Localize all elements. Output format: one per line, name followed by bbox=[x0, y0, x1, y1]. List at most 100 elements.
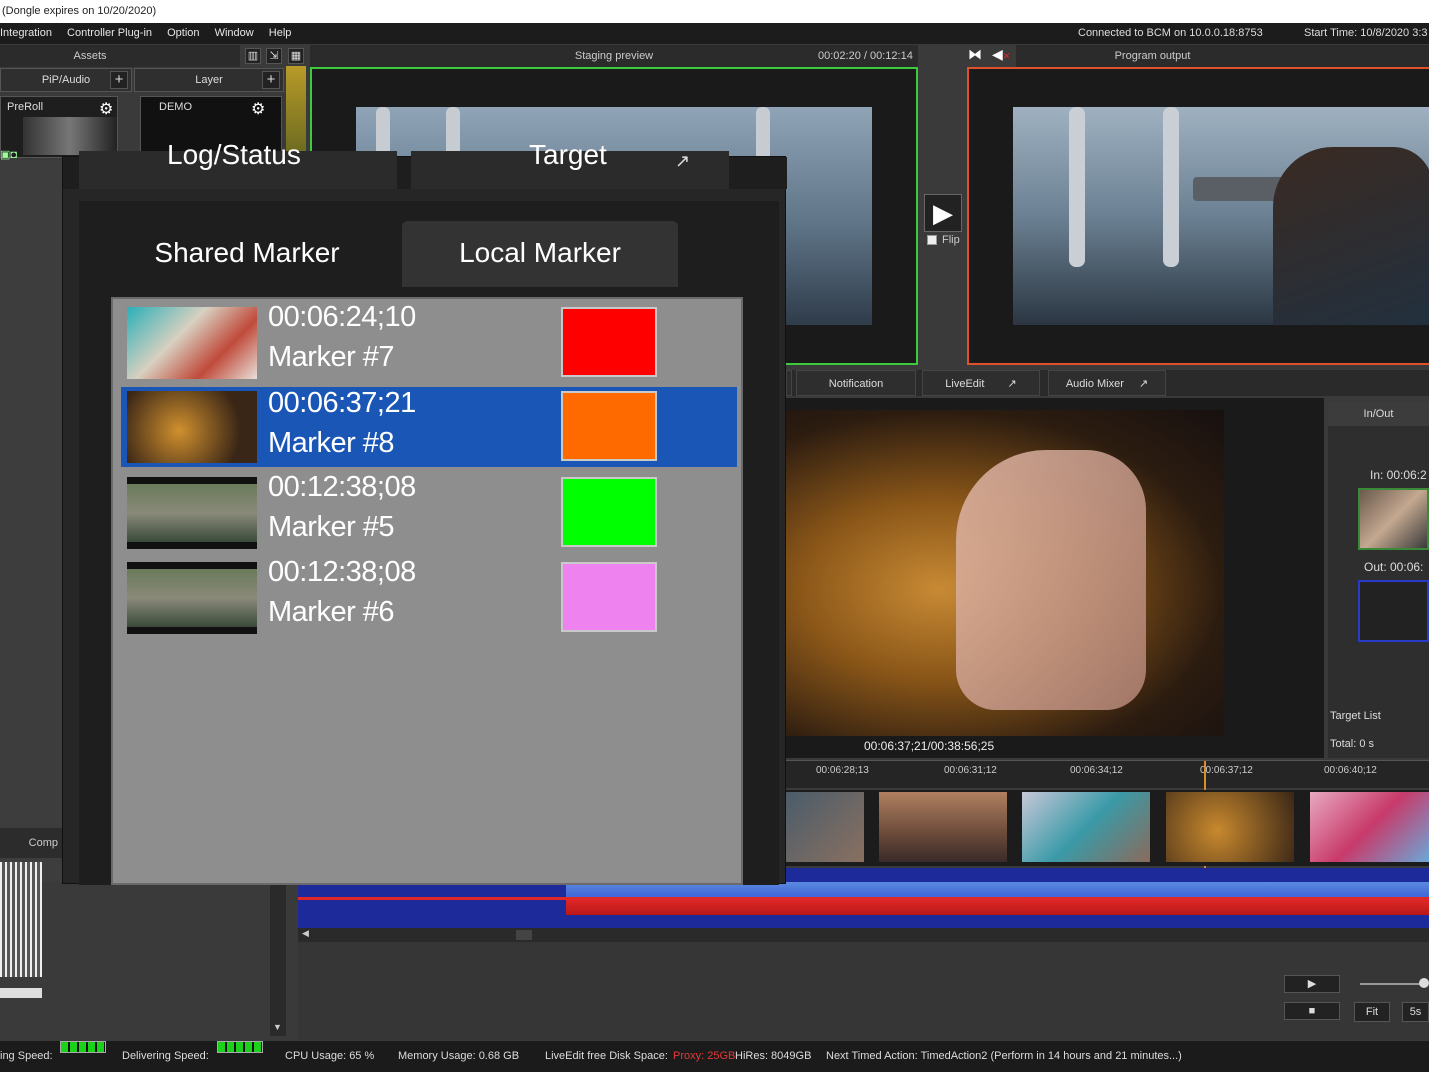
preroll-thumbnail bbox=[23, 117, 117, 155]
marker-name: Marker #5 bbox=[268, 511, 395, 543]
out-thumbnail[interactable] bbox=[1358, 580, 1429, 642]
layout-icon[interactable]: ▦ bbox=[288, 48, 304, 64]
audio-mixer-popout-icon[interactable]: ↗ bbox=[1139, 378, 1148, 390]
disk-space-label: LiveEdit free Disk Space: bbox=[545, 1050, 668, 1062]
tab-pip-audio-label: PiP/Audio bbox=[41, 74, 91, 86]
target-popout-icon[interactable]: ↗ bbox=[675, 151, 690, 172]
timeline-thumb bbox=[1310, 792, 1429, 862]
marker-time: 00:12:38;08 bbox=[268, 556, 416, 588]
preroll-settings-icon[interactable]: ⚙ bbox=[99, 99, 113, 119]
menu-option[interactable]: Option bbox=[167, 23, 199, 44]
demo-label: DEMO bbox=[159, 101, 192, 113]
liveedit-popout-icon[interactable]: ↗ bbox=[1007, 378, 1016, 390]
overlay-top-tabs: Log/Status Target ↗ bbox=[63, 139, 787, 189]
connection-status: Connected to BCM on 10.0.0.18:8753 bbox=[1078, 27, 1263, 39]
flip-label: Flip bbox=[942, 234, 960, 246]
tab-notification-label: Notification bbox=[828, 378, 884, 390]
left-panel-body bbox=[0, 160, 62, 882]
marker-row-5[interactable]: 00:12:38;08 Marker #5 bbox=[121, 469, 737, 549]
marker-color-swatch[interactable] bbox=[561, 391, 657, 461]
five-seconds-button[interactable]: 5s bbox=[1402, 1002, 1429, 1022]
add-layer-icon[interactable]: + bbox=[262, 71, 280, 89]
program-title: Program output bbox=[1114, 50, 1191, 62]
scroll-down-icon[interactable]: ▼ bbox=[273, 1022, 282, 1032]
tab-local-marker[interactable]: Local Marker bbox=[402, 221, 678, 287]
tab-audio-mixer[interactable]: Audio Mixer ↗ bbox=[1048, 370, 1166, 396]
scroll-thumb[interactable] bbox=[516, 930, 532, 940]
in-label: In: 00:06:2 bbox=[1370, 468, 1427, 482]
tab-inout[interactable]: In/Out bbox=[1328, 402, 1429, 426]
comp-thumbnail bbox=[0, 862, 42, 977]
window-title: (Dongle expires on 10/20/2020) bbox=[2, 5, 157, 17]
menu-controller-plugin[interactable]: Controller Plug-in bbox=[67, 23, 152, 44]
timeline-thumb bbox=[1022, 792, 1150, 862]
fit-label: Fit bbox=[1365, 1006, 1379, 1018]
marker-row-7[interactable]: 00:06:24;10 Marker #7 bbox=[121, 299, 737, 379]
mute-icon[interactable]: ◀✕ bbox=[992, 46, 1012, 64]
tab-notification[interactable]: Notification bbox=[796, 370, 916, 396]
loading-speed-label: ing Speed: bbox=[0, 1050, 53, 1062]
menu-help[interactable]: Help bbox=[269, 23, 292, 44]
comp-progress bbox=[0, 988, 42, 998]
marker-color-swatch[interactable] bbox=[561, 562, 657, 632]
inout-title: In/Out bbox=[1363, 408, 1394, 420]
marker-time: 00:12:38;08 bbox=[268, 471, 416, 503]
program-output[interactable] bbox=[967, 67, 1429, 365]
timeline-thumb bbox=[786, 792, 864, 862]
timeline-stop-button[interactable]: ■ bbox=[1284, 1002, 1340, 1020]
in-thumbnail[interactable] bbox=[1358, 488, 1429, 550]
add-pip-icon[interactable]: + bbox=[110, 71, 128, 89]
next-timed-action: Next Timed Action: TimedAction2 (Perform… bbox=[826, 1050, 1182, 1062]
total-label: Total: 0 s bbox=[1330, 738, 1375, 750]
timeline-play-button[interactable]: ▶ bbox=[1284, 975, 1340, 993]
tab-layer-label: Layer bbox=[195, 74, 223, 86]
scroll-left-icon[interactable]: ◀ bbox=[302, 928, 309, 939]
collapse-icon[interactable]: ⧓ bbox=[968, 46, 984, 64]
fit-button[interactable]: Fit bbox=[1354, 1002, 1390, 1022]
demo-settings-icon[interactable]: ⚙ bbox=[251, 99, 265, 119]
program-header: Program output bbox=[1016, 45, 1429, 67]
tab-audio-mixer-label: Audio Mixer bbox=[1065, 378, 1124, 390]
assets-header: Assets bbox=[0, 45, 240, 67]
tab-liveedit[interactable]: LiveEdit ↗ bbox=[922, 370, 1040, 396]
tab-log-status-label: Log/Status bbox=[167, 139, 301, 170]
out-label: Out: 00:06: bbox=[1364, 560, 1424, 574]
liveedit-viewer[interactable]: 00:06:37;21/00:38:56;25 bbox=[786, 398, 1324, 758]
marker-list[interactable]: 00:06:24;10 Marker #7 00:06:37;21 Marker… bbox=[111, 297, 743, 885]
marker-thumbnail bbox=[127, 391, 257, 463]
zoom-slider[interactable] bbox=[1360, 983, 1426, 985]
comp-tab[interactable]: Comp bbox=[0, 828, 62, 858]
marker-panel: Shared Marker Local Marker 00:06:24;10 M… bbox=[79, 201, 779, 885]
assets-title: Assets bbox=[73, 50, 107, 62]
start-time: Start Time: 10/8/2020 3:3 bbox=[1304, 27, 1428, 39]
tab-target-label: Target bbox=[529, 139, 607, 170]
tab-local-marker-label: Local Marker bbox=[459, 237, 621, 268]
thumbnail-strip[interactable] bbox=[786, 790, 1429, 866]
staging-title: Staging preview bbox=[574, 50, 654, 62]
menu-window[interactable]: Window bbox=[215, 23, 254, 44]
clip-timecode: 00:06:37;21/00:38:56;25 bbox=[864, 739, 995, 753]
marker-row-6[interactable]: 00:12:38;08 Marker #6 bbox=[121, 554, 737, 634]
hires-space: HiRes: 8049GB bbox=[735, 1050, 812, 1062]
flip-checkbox[interactable] bbox=[927, 235, 937, 245]
status-bar: ing Speed: Delivering Speed: CPU Usage: … bbox=[0, 1041, 1429, 1072]
grid-view-icon[interactable]: ▥ bbox=[245, 48, 261, 64]
timeline-thumb bbox=[1166, 792, 1294, 862]
left-scrollbar[interactable]: ▼ bbox=[270, 884, 286, 1036]
tab-log-status[interactable]: Log/Status bbox=[79, 139, 397, 189]
tab-target[interactable]: Target ↗ bbox=[411, 139, 729, 189]
marker-color-swatch[interactable] bbox=[561, 477, 657, 547]
shrink-icon[interactable]: ⇲ bbox=[266, 48, 282, 64]
zoom-slider-handle[interactable] bbox=[1419, 978, 1429, 988]
marker-color-swatch[interactable] bbox=[561, 307, 657, 377]
menu-integration[interactable]: Integration bbox=[0, 23, 52, 44]
timeline-ruler[interactable]: 00:06:28;13 00:06:31;12 00:06:34;12 00:0… bbox=[786, 760, 1429, 871]
tab-shared-marker[interactable]: Shared Marker bbox=[107, 221, 387, 287]
timeline-scrollbar[interactable]: ◀ bbox=[298, 928, 1429, 942]
take-play-button[interactable]: ▶ bbox=[924, 194, 962, 232]
ruler-tick-label: 00:06:28;13 bbox=[816, 765, 869, 776]
delivering-speed-label: Delivering Speed: bbox=[122, 1050, 209, 1062]
marker-row-8[interactable]: 00:06:37;21 Marker #8 bbox=[121, 387, 737, 467]
marker-name: Marker #6 bbox=[268, 596, 395, 628]
marker-thumbnail bbox=[127, 477, 257, 549]
